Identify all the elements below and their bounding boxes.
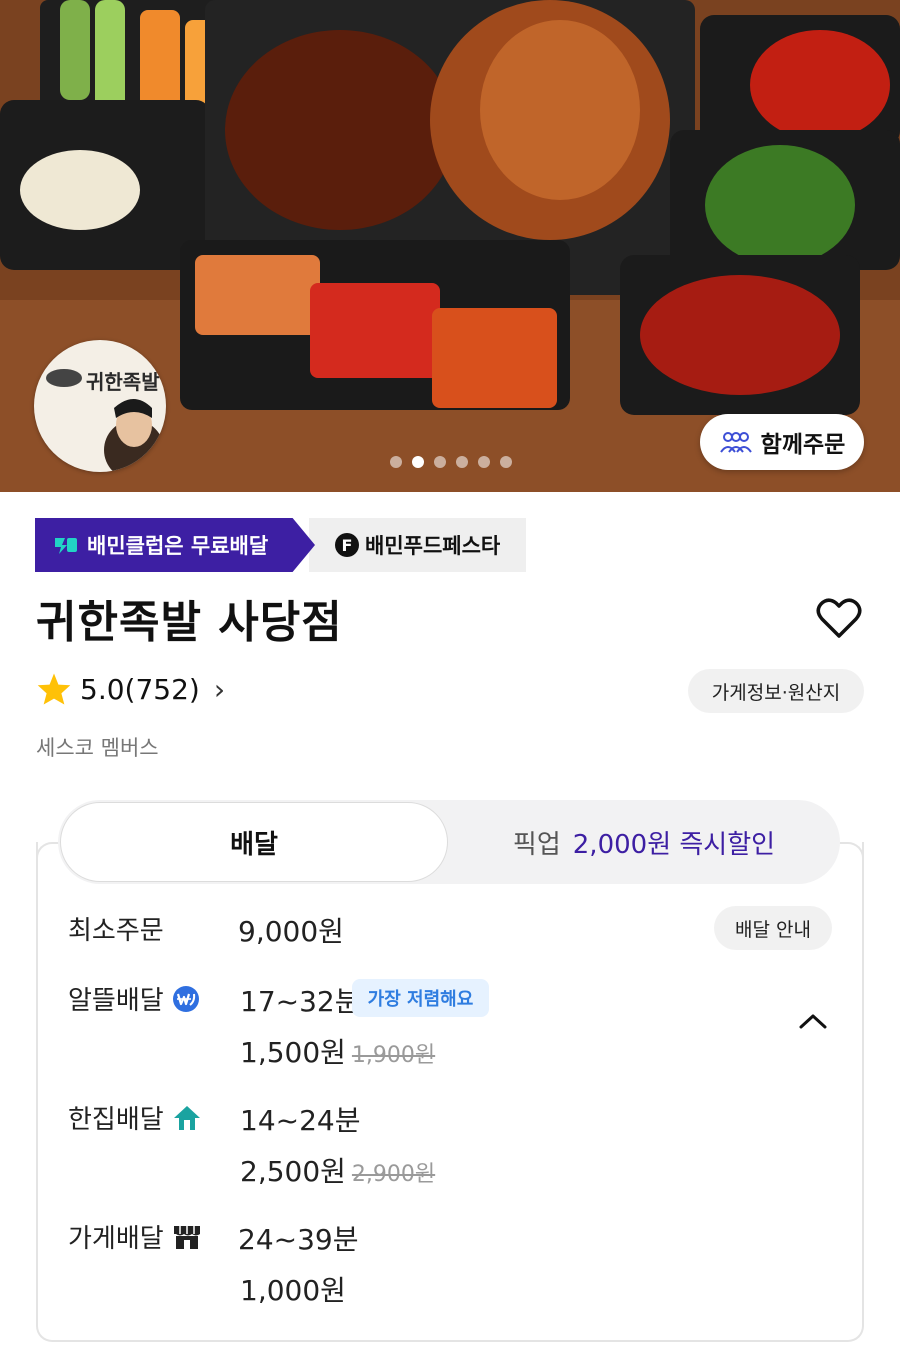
cheapest-badge: 가장 저렴해요: [352, 979, 489, 1017]
carousel-dot[interactable]: [456, 456, 468, 468]
min-order-value: 9,000원: [238, 915, 344, 948]
carousel-dot[interactable]: [434, 456, 446, 468]
option-saving-label: 알뜰배달: [68, 986, 164, 1016]
option-single-original-price: 2,900원: [351, 1162, 436, 1187]
owner-avatar-icon: [46, 369, 164, 472]
chevron-up-icon[interactable]: [798, 1010, 828, 1032]
store-icon: [173, 1225, 200, 1249]
tab-delivery-label: 배달: [230, 829, 278, 860]
membership-text: 세스코 멤버스: [36, 736, 159, 760]
club-logo-icon: [55, 538, 77, 554]
carousel-indicator: [390, 456, 512, 468]
brand-logo-text: 귀한족발: [86, 370, 160, 394]
favorite-heart-icon[interactable]: [816, 597, 862, 639]
together-order-label: 함께주문: [760, 432, 846, 458]
brand-logo: 귀한족발: [34, 340, 166, 472]
carousel-dot[interactable]: [390, 456, 402, 468]
delivery-option-label: 알뜰배달: [68, 980, 200, 1017]
home-icon: [173, 1105, 200, 1130]
option-single-price-row: 2,500원 2,900원: [240, 1150, 435, 1190]
option-store-price: 1,000원: [240, 1274, 346, 1307]
club-free-delivery-badge[interactable]: 배민클럽은 무료배달: [35, 518, 315, 572]
festa-badge-label: 배민푸드페스타: [365, 534, 501, 558]
carousel-dot[interactable]: [478, 456, 490, 468]
carousel-dot[interactable]: [500, 456, 512, 468]
pickup-discount-text: 2,000원 즉시할인: [572, 829, 776, 860]
tab-delivery[interactable]: 배달: [60, 802, 448, 882]
option-saving-price-row: 1,500원 1,900원: [240, 1031, 435, 1071]
festa-f-icon: F: [335, 533, 359, 557]
option-saving-original-price: 1,900원: [351, 1043, 436, 1068]
food-festa-badge[interactable]: F 배민푸드페스타: [309, 518, 526, 572]
delivery-option-label: 한집배달: [68, 1099, 202, 1136]
store-name: 귀한족발 사당점: [36, 597, 343, 648]
option-store-label: 가게배달: [68, 1224, 164, 1254]
tab-pickup-label: 픽업: [512, 829, 561, 860]
min-order-label: 최소주문: [68, 916, 164, 946]
delivery-guide-button[interactable]: 배달 안내: [714, 906, 832, 950]
club-badge-label: 배민클럽은 무료배달: [87, 534, 269, 558]
option-saving-price: 1,500원: [240, 1036, 346, 1069]
option-single-time: 14~24분: [240, 1104, 361, 1137]
order-type-tabs: 배달 픽업 2,000원 즉시할인: [58, 800, 840, 884]
hero-food-image[interactable]: 귀한족발 함께주문: [0, 0, 900, 492]
star-icon: [37, 673, 71, 705]
tab-pickup[interactable]: 픽업 2,000원 즉시할인: [448, 800, 840, 884]
saving-won-icon: [172, 985, 199, 1012]
option-store-time: 24~39분: [238, 1223, 359, 1256]
group-people-icon: [719, 432, 752, 453]
chevron-right-icon: ›: [213, 672, 226, 706]
option-single-price: 2,500원: [240, 1155, 346, 1188]
rating-value: 5.0(752): [80, 672, 200, 706]
carousel-dot-active[interactable]: [412, 456, 424, 468]
option-single-label: 한집배달: [68, 1105, 164, 1135]
delivery-option-label: 가게배달: [68, 1218, 202, 1255]
promo-badges: 배민클럽은 무료배달 F 배민푸드페스타: [35, 518, 526, 572]
rating-link[interactable]: 5.0(752) ›: [36, 672, 225, 706]
option-saving-time: 17~32분: [240, 985, 361, 1018]
together-order-button[interactable]: 함께주문: [700, 414, 864, 470]
store-info-button[interactable]: 가게정보·원산지: [688, 669, 864, 713]
